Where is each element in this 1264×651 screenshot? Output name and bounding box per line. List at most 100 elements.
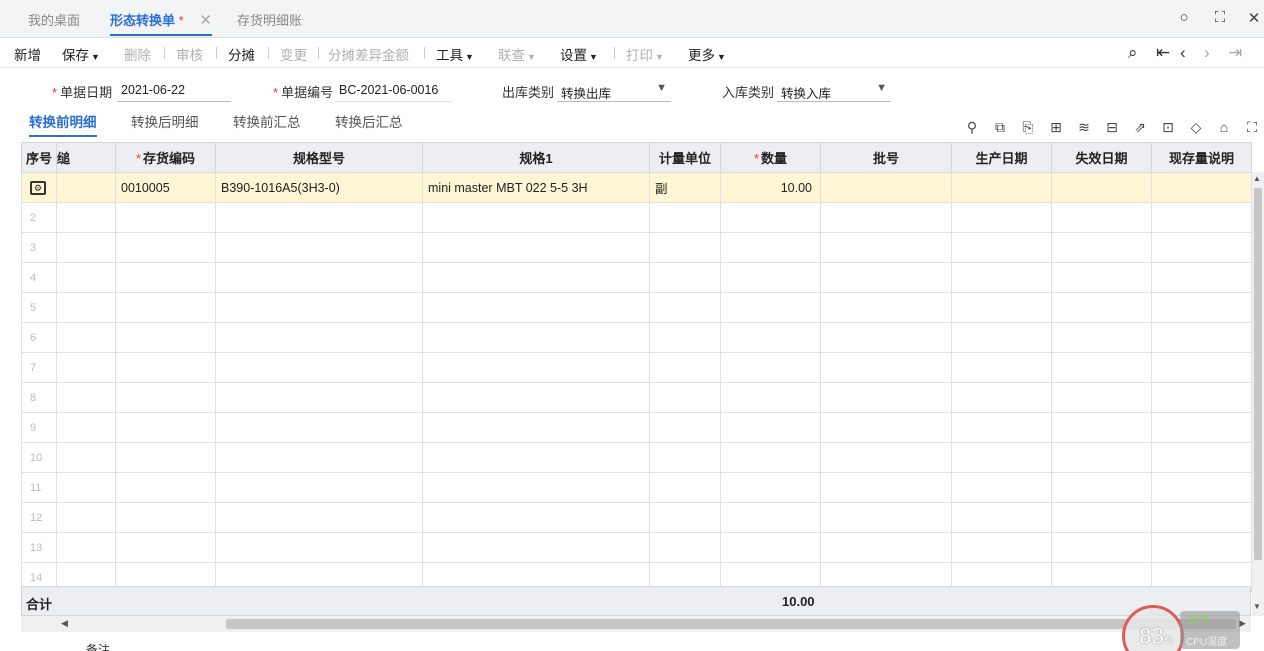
table-cell[interactable]: [215, 532, 423, 563]
table-cell[interactable]: [56, 532, 116, 563]
table-cell[interactable]: [1051, 172, 1152, 203]
row-number[interactable]: 10: [21, 442, 57, 473]
table-cell[interactable]: [720, 352, 821, 383]
table-cell[interactable]: [115, 382, 216, 413]
next-record-icon[interactable]: ›: [1204, 43, 1210, 63]
first-record-icon[interactable]: ⇤: [1156, 43, 1170, 63]
table-cell[interactable]: [951, 352, 1052, 383]
tools-menu[interactable]: 工具 ▼: [436, 44, 474, 64]
table-cell[interactable]: [720, 412, 821, 443]
table-cell[interactable]: [1051, 322, 1152, 353]
table-row[interactable]: 7: [21, 352, 1252, 383]
table-cell[interactable]: [951, 502, 1052, 533]
fullscreen-icon[interactable]: ⛶: [1243, 119, 1261, 136]
table-cell[interactable]: [1151, 442, 1252, 473]
table-row[interactable]: 3: [21, 232, 1252, 263]
row-number[interactable]: 3: [21, 232, 57, 263]
table-cell[interactable]: [1151, 172, 1252, 203]
in-type-select[interactable]: 转换入库 ▼: [777, 80, 891, 102]
close-icon[interactable]: ✕: [199, 12, 212, 29]
table-cell[interactable]: [1051, 292, 1152, 323]
delete-button[interactable]: 删除: [124, 44, 151, 64]
more-menu[interactable]: 更多 ▼: [688, 44, 726, 64]
table-cell[interactable]: [1151, 232, 1252, 263]
table-cell[interactable]: [56, 262, 116, 293]
table-cell[interactable]: [56, 292, 116, 323]
table-cell[interactable]: [56, 472, 116, 503]
row-number[interactable]: 5: [21, 292, 57, 323]
table-cell[interactable]: [720, 322, 821, 353]
tab-form-conversion[interactable]: 形态转换单 * ✕: [110, 10, 212, 36]
table-cell[interactable]: [820, 502, 952, 533]
table-cell[interactable]: [820, 472, 952, 503]
table-cell[interactable]: [422, 202, 650, 233]
scroll-up-icon[interactable]: ▲: [1253, 174, 1261, 183]
table-cell[interactable]: [115, 352, 216, 383]
subtab-before-summary[interactable]: 转换前汇总: [233, 111, 301, 131]
table-row[interactable]: 6: [21, 322, 1252, 353]
close-icon[interactable]: ✕: [1244, 9, 1264, 29]
table-cell[interactable]: [115, 412, 216, 443]
row-number[interactable]: 2: [21, 202, 57, 233]
horizontal-scrollbar[interactable]: ◀ ▶: [21, 616, 1251, 632]
table-cell[interactable]: [215, 322, 423, 353]
format-icon[interactable]: ≋: [1075, 119, 1093, 136]
table-row[interactable]: 12: [21, 502, 1252, 533]
table-row[interactable]: 5: [21, 292, 1252, 323]
copy-row-icon[interactable]: ⧉: [991, 119, 1009, 136]
table-cell[interactable]: [720, 532, 821, 563]
table-cell[interactable]: [1051, 382, 1152, 413]
table-row[interactable]: 11: [21, 472, 1252, 503]
last-record-icon[interactable]: ⇥: [1228, 43, 1242, 63]
table-cell[interactable]: [1151, 322, 1252, 353]
table-cell[interactable]: 10.00: [720, 172, 821, 203]
calc-icon[interactable]: ⊞: [1047, 119, 1065, 136]
table-cell[interactable]: [720, 262, 821, 293]
allocate-diff-button[interactable]: 分摊差异金额: [328, 44, 409, 64]
table-row[interactable]: 8: [21, 382, 1252, 413]
table-cell[interactable]: [1151, 412, 1252, 443]
table-cell[interactable]: [1051, 232, 1152, 263]
table-cell[interactable]: [951, 292, 1052, 323]
row-number[interactable]: 8: [21, 382, 57, 413]
table-cell[interactable]: [1151, 472, 1252, 503]
table-cell[interactable]: [422, 442, 650, 473]
table-row[interactable]: ⚙ 0010005 B390-1016A5(3H3-0) mini master…: [21, 172, 1252, 203]
row-number[interactable]: 13: [21, 532, 57, 563]
table-cell[interactable]: [422, 292, 650, 323]
vertical-scrollbar[interactable]: ▲ ▼: [1252, 172, 1264, 616]
allocate-button[interactable]: 分摊: [228, 44, 255, 64]
table-cell[interactable]: [649, 202, 721, 233]
preview-search-icon[interactable]: ⌕: [1128, 43, 1138, 63]
table-cell[interactable]: [56, 412, 116, 443]
table-cell[interactable]: [649, 532, 721, 563]
scroll-down-icon[interactable]: ▼: [1253, 602, 1261, 611]
table-cell[interactable]: [951, 172, 1052, 203]
split-icon[interactable]: ⊡: [1159, 119, 1177, 136]
table-cell[interactable]: [115, 322, 216, 353]
table-cell[interactable]: [1051, 202, 1152, 233]
table-cell[interactable]: [1051, 442, 1152, 473]
table-cell[interactable]: [820, 172, 952, 203]
table-cell[interactable]: [951, 442, 1052, 473]
table-cell[interactable]: [56, 502, 116, 533]
table-cell[interactable]: [1151, 532, 1252, 563]
table-cell[interactable]: [951, 472, 1052, 503]
table-cell[interactable]: [56, 172, 116, 203]
scroll-left-icon[interactable]: ◀: [61, 618, 68, 629]
table-cell[interactable]: [820, 232, 952, 263]
row-number[interactable]: 12: [21, 502, 57, 533]
out-type-select[interactable]: 转换出库 ▼: [557, 80, 671, 102]
table-cell[interactable]: mini master MBT 022 5-5 3H: [422, 172, 650, 203]
table-cell[interactable]: [215, 502, 423, 533]
table-cell[interactable]: [1151, 382, 1252, 413]
table-cell[interactable]: [649, 442, 721, 473]
table-cell[interactable]: [56, 232, 116, 263]
table-row[interactable]: 10: [21, 442, 1252, 473]
table-cell[interactable]: [820, 262, 952, 293]
table-cell[interactable]: [649, 322, 721, 353]
table-cell[interactable]: [422, 532, 650, 563]
table-cell[interactable]: [115, 262, 216, 293]
row-settings-icon[interactable]: ⚙: [30, 181, 46, 195]
table-cell[interactable]: [820, 322, 952, 353]
